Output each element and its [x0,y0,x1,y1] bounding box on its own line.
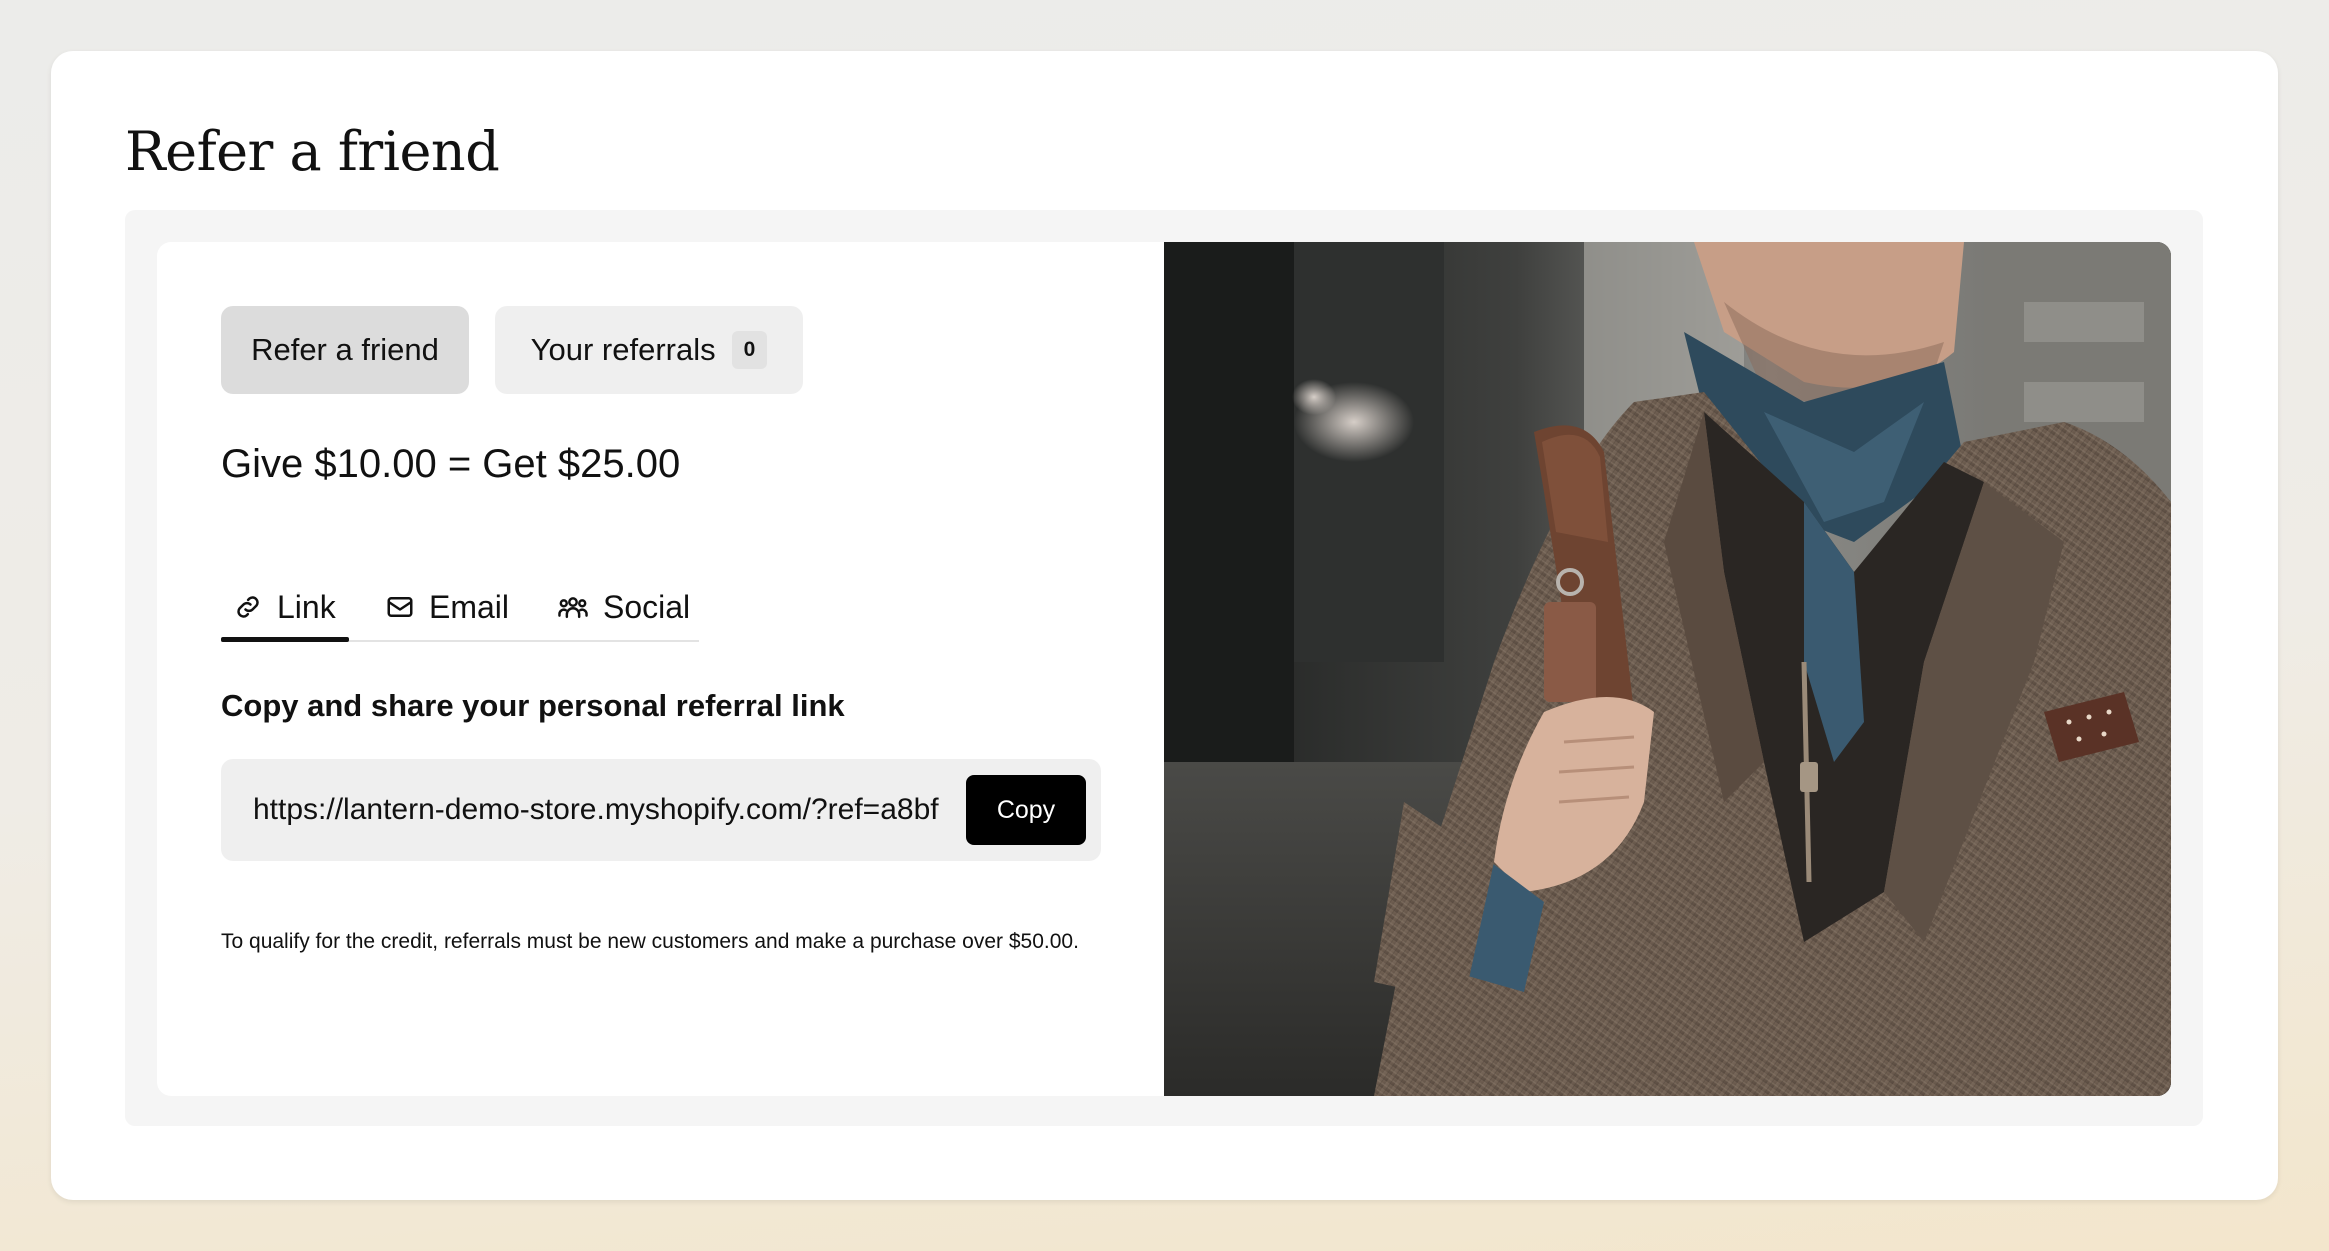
offer-text: Give $10.00 = Get $25.00 [221,442,681,486]
active-tab-indicator [221,637,349,642]
referral-link-input[interactable]: https://lantern-demo-store.myshopify.com… [253,759,963,861]
tab-email-label: Email [429,588,510,625]
people-icon [558,597,588,619]
share-heading: Copy and share your personal referral li… [221,688,845,723]
share-tabs: Link Email Social [221,572,699,642]
refer-a-friend-label: Refer a friend [251,332,439,367]
tab-social-label: Social [603,588,691,625]
copy-button[interactable]: Copy [966,775,1086,845]
tab-link-label: Link [277,588,336,625]
link-icon [237,596,259,618]
referral-widget: Refer a friend Your referrals 0 Give $10… [157,242,2171,1096]
referral-link-field: https://lantern-demo-store.myshopify.com… [221,759,1101,861]
your-referrals-label: Your referrals [530,332,716,367]
tab-email[interactable]: Email [385,572,509,642]
page-title: Refer a friend [125,120,500,183]
man-in-tweed-jacket-photo [1164,242,2171,1096]
mail-icon [387,597,413,617]
tab-social[interactable]: Social [557,572,690,642]
refer-a-friend-button[interactable]: Refer a friend [221,306,469,394]
your-referrals-button[interactable]: Your referrals 0 [495,306,803,394]
qualification-note: To qualify for the credit, referrals mus… [221,930,1079,953]
tab-link[interactable]: Link [233,572,336,642]
referral-panel: Refer a friend Your referrals 0 Give $10… [157,242,1164,1096]
referrals-count-badge: 0 [731,331,768,369]
